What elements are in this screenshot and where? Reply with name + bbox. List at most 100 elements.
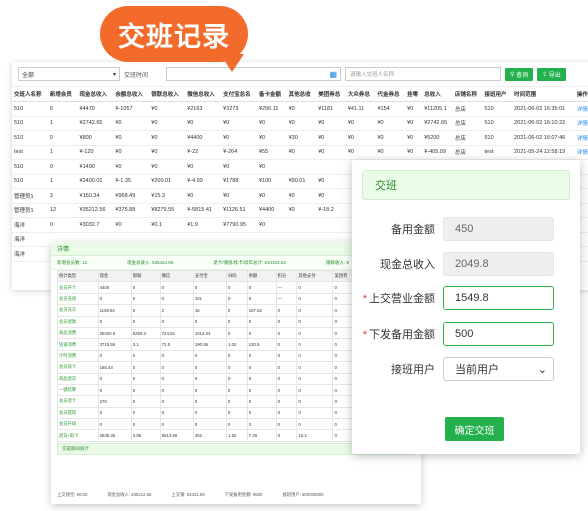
table-cell: 6: [47, 101, 78, 117]
table-cell: 0: [246, 418, 277, 431]
row-actions[interactable]: 详情 打: [574, 116, 588, 131]
table-cell: 0: [296, 304, 334, 317]
successor-value: 当前用户: [455, 364, 499, 376]
table-cell: 510: [12, 101, 48, 117]
table-cell: 2021-06-02 16:35:01: [512, 101, 575, 117]
table-cell: [286, 159, 317, 175]
table-cell: ¥-22: [185, 145, 222, 160]
table-cell: 0: [97, 406, 132, 420]
footer-item: 上交银: ¥3421.56: [171, 492, 205, 497]
export-button[interactable]: ⇪ 导出: [537, 67, 566, 81]
table-cell: ¥-5815.41: [185, 203, 222, 218]
stat-type: 商品退货: [57, 372, 99, 385]
calendar-icon: ▦: [329, 69, 337, 79]
table-cell: 0: [130, 383, 161, 397]
table-cell: 0: [246, 383, 277, 397]
table-cell: ¥800: [77, 130, 114, 146]
table-cell: 0: [296, 281, 334, 294]
table-cell: 0: [192, 418, 228, 431]
table-cell: 0: [226, 315, 248, 328]
table-cell: ¥30: [286, 130, 317, 146]
table-row[interactable]: 510 1 ¥2742.65 ¥0 ¥0 ¥0 ¥0 ¥0 ¥0 ¥0 ¥0 ¥0 ¥0 ¥2742.65…: [12, 116, 588, 131]
table-cell: 0: [130, 315, 161, 328]
table-cell: ¥-18.2: [316, 203, 346, 218]
table-cell: ¥0: [185, 116, 222, 131]
table-cell: 510: [12, 130, 48, 146]
footer-item: 上交钱宝: ¥0.00: [57, 492, 88, 497]
table-cell: ¥1.9: [185, 217, 222, 233]
handin-label-wrap: * 上交营业金额: [352, 290, 435, 306]
table-cell: 0: [159, 315, 194, 328]
table-row[interactable]: test 1 ¥-120 ¥0 ¥0 ¥-22 ¥-264 ¥55 ¥0 ¥0 ¥0 ¥0 ¥0 ¥-40…: [12, 145, 588, 160]
table-cell: 510: [482, 101, 513, 117]
table-cell: 0: [275, 383, 298, 397]
table-cell: 0: [246, 326, 277, 340]
column-header: 备卡金额: [256, 87, 287, 102]
table-cell: ¥1126.51: [221, 203, 257, 218]
table-cell: 0: [296, 338, 334, 351]
table-cell: ¥0: [316, 145, 346, 160]
query-button[interactable]: ⚲ 查询: [505, 67, 534, 81]
issue-field[interactable]: 500: [443, 322, 554, 346]
table-cell: 0: [246, 292, 277, 306]
table-cell: 0: [97, 315, 132, 328]
table-cell: 0: [226, 361, 248, 374]
chevron-down-icon: ⌄: [537, 363, 547, 376]
table-cell: ¥2742.65: [422, 116, 453, 131]
column-header: 银联: [130, 269, 161, 283]
handin-field[interactable]: 1549.8: [443, 286, 554, 310]
table-cell: 0: [226, 372, 248, 385]
table-cell: ¥0: [185, 188, 222, 204]
table-cell: 3715.56: [97, 338, 132, 351]
table-cell: 0: [192, 281, 228, 294]
table-cell: 510: [482, 130, 513, 146]
table-cell: ¥0: [286, 203, 317, 218]
table-cell: 3.85: [130, 429, 161, 442]
column-header: 扫码: [226, 269, 248, 283]
table-cell: 0: [296, 292, 334, 306]
search-input[interactable]: 请输入交班人名称: [345, 67, 501, 81]
table-cell: ¥7790.95: [221, 217, 257, 233]
table-cell: 2021-05-24 12:58:19: [512, 145, 575, 160]
table-cell: 0: [226, 395, 248, 408]
table-cell: 4400: [97, 281, 132, 294]
table-cell: ¥0: [286, 188, 317, 204]
row-actions[interactable]: 详情 打: [574, 101, 588, 117]
table-cell: 0: [296, 395, 334, 408]
table-cell: 2: [159, 304, 194, 317]
table-row[interactable]: 510 6 ¥4470 ¥-1057 ¥0 ¥2163 ¥3273 ¥256.11 ¥0 ¥118…: [12, 101, 588, 117]
table-cell: ¥1181: [316, 101, 346, 117]
table-cell: 海洋: [12, 217, 48, 233]
table-cell: 0: [226, 292, 248, 306]
footer-item: 现金总收入: ¥35212.56: [107, 492, 152, 497]
table-cell: 总店: [452, 116, 483, 131]
table-cell: 0: [159, 281, 194, 294]
table-cell: 2636.36: [97, 429, 132, 442]
table-cell: 0: [275, 315, 298, 328]
store-select[interactable]: 全部 ▾: [18, 67, 120, 81]
modal-title: 交班: [362, 170, 570, 200]
table-cell: ¥200.01: [149, 174, 186, 189]
stat-type: 会员开卡: [57, 281, 99, 294]
row-actions[interactable]: 详情 打: [574, 130, 588, 146]
stat-type: 会员升级: [57, 418, 99, 431]
table-cell: ¥2742.65: [77, 116, 114, 131]
table-cell: 0: [246, 406, 277, 420]
table-cell: ¥100: [256, 174, 287, 189]
table-cell: ¥8279.55: [149, 203, 186, 218]
table-cell: 0: [226, 304, 248, 317]
table-row[interactable]: 510 0 ¥800 ¥0 ¥0 ¥4400 ¥0 ¥0 ¥30 ¥0 ¥0 ¥0 ¥0 ¥5200 总店 5…: [12, 130, 588, 146]
table-cell: 0: [275, 338, 298, 351]
footer-item: 接班用户: ¥00000000: [282, 492, 324, 497]
successor-select[interactable]: 当前用户 ⌄: [443, 357, 554, 381]
table-cell: ¥0: [316, 174, 346, 189]
table-cell: ¥0: [256, 130, 287, 146]
successor-label: 接班用户: [391, 364, 435, 376]
row-actions[interactable]: 详情 打: [574, 145, 588, 160]
reserve-row: 备用金额 450: [352, 217, 580, 241]
table-cell: 510: [482, 116, 513, 131]
table-cell: 3: [47, 188, 78, 204]
date-range-input[interactable]: ▦: [166, 67, 341, 81]
confirm-handover-button[interactable]: 确定交班: [445, 417, 504, 441]
table-cell: 0: [159, 361, 194, 374]
